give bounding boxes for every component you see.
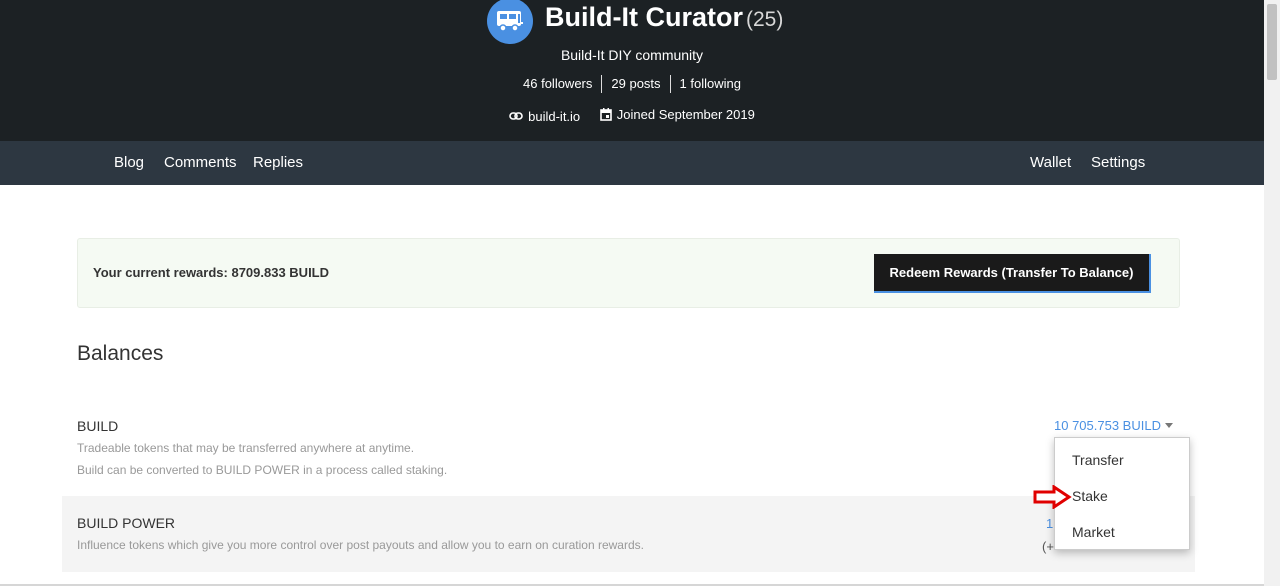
menu-item-transfer[interactable]: Transfer (1072, 452, 1124, 468)
scrollbar-thumb[interactable] (1267, 4, 1277, 80)
menu-item-stake[interactable]: Stake (1072, 488, 1108, 504)
build-balance-row: BUILD Tradeable tokens that may be trans… (62, 400, 1195, 496)
avatar[interactable] (487, 0, 533, 44)
following-count[interactable]: 1 following (669, 75, 750, 93)
caret-down-icon[interactable] (1164, 422, 1173, 428)
profile-nav: Blog Comments Replies Wallet Settings (0, 141, 1264, 185)
build-description-2: Build can be converted to BUILD POWER in… (77, 463, 448, 477)
joined-date: Joined September 2019 (616, 107, 755, 122)
link-icon (509, 112, 523, 120)
camper-van-icon (497, 11, 523, 32)
build-balance-value[interactable]: 10 705.753 BUILD (1054, 418, 1161, 433)
build-power-description: Influence tokens which give you more con… (77, 538, 644, 552)
website-item[interactable]: build-it.io (509, 109, 580, 124)
profile-meta: build-it.io Joined September 2019 (0, 107, 1264, 124)
nav-blog[interactable]: Blog (114, 154, 144, 171)
profile-about: Build-It DIY community (560, 47, 704, 63)
build-power-row: BUILD POWER Influence tokens which give … (62, 496, 1195, 572)
nav-wallet[interactable]: Wallet (1030, 154, 1071, 171)
build-balance-dropdown-toggle[interactable]: 10 705.753 BUILD (1054, 418, 1173, 433)
profile-name: Build-It Curator (25) (545, 2, 783, 33)
balance-actions-menu: Transfer Stake Market (1054, 437, 1190, 550)
redeem-rewards-button[interactable]: Redeem Rewards (Transfer To Balance) (874, 254, 1151, 293)
posts-count[interactable]: 29 posts (601, 75, 669, 93)
build-power-label: BUILD POWER (77, 515, 176, 531)
joined-item: Joined September 2019 (599, 107, 755, 122)
calendar-icon (599, 108, 612, 121)
red-arrow-annotation-icon (1033, 485, 1072, 509)
build-description-1: Tradeable tokens that may be transferred… (77, 441, 415, 455)
profile-stats: 46 followers 29 posts 1 following (0, 75, 1264, 93)
profile-header: Build-It Curator (25) Build-It DIY commun… (0, 0, 1264, 141)
build-power-value[interactable]: 1 (1046, 516, 1053, 531)
menu-item-market[interactable]: Market (1072, 524, 1115, 540)
rewards-panel: Your current rewards: 8709.833 BUILD Red… (77, 238, 1180, 308)
nav-replies[interactable]: Replies (253, 154, 303, 171)
nav-comments[interactable]: Comments (164, 154, 237, 171)
reputation-score: (25) (745, 8, 784, 31)
current-rewards: Your current rewards: 8709.833 BUILD (93, 265, 330, 280)
build-power-delegated: (+ (1042, 539, 1054, 554)
balances-title: Balances (77, 342, 164, 365)
nav-settings[interactable]: Settings (1091, 154, 1145, 171)
followers-count[interactable]: 46 followers (514, 75, 601, 93)
build-label: BUILD (77, 418, 119, 434)
profile-name-text: Build-It Curator (545, 2, 743, 32)
page-scrollbar[interactable] (1264, 0, 1280, 586)
website-link[interactable]: build-it.io (528, 109, 580, 124)
